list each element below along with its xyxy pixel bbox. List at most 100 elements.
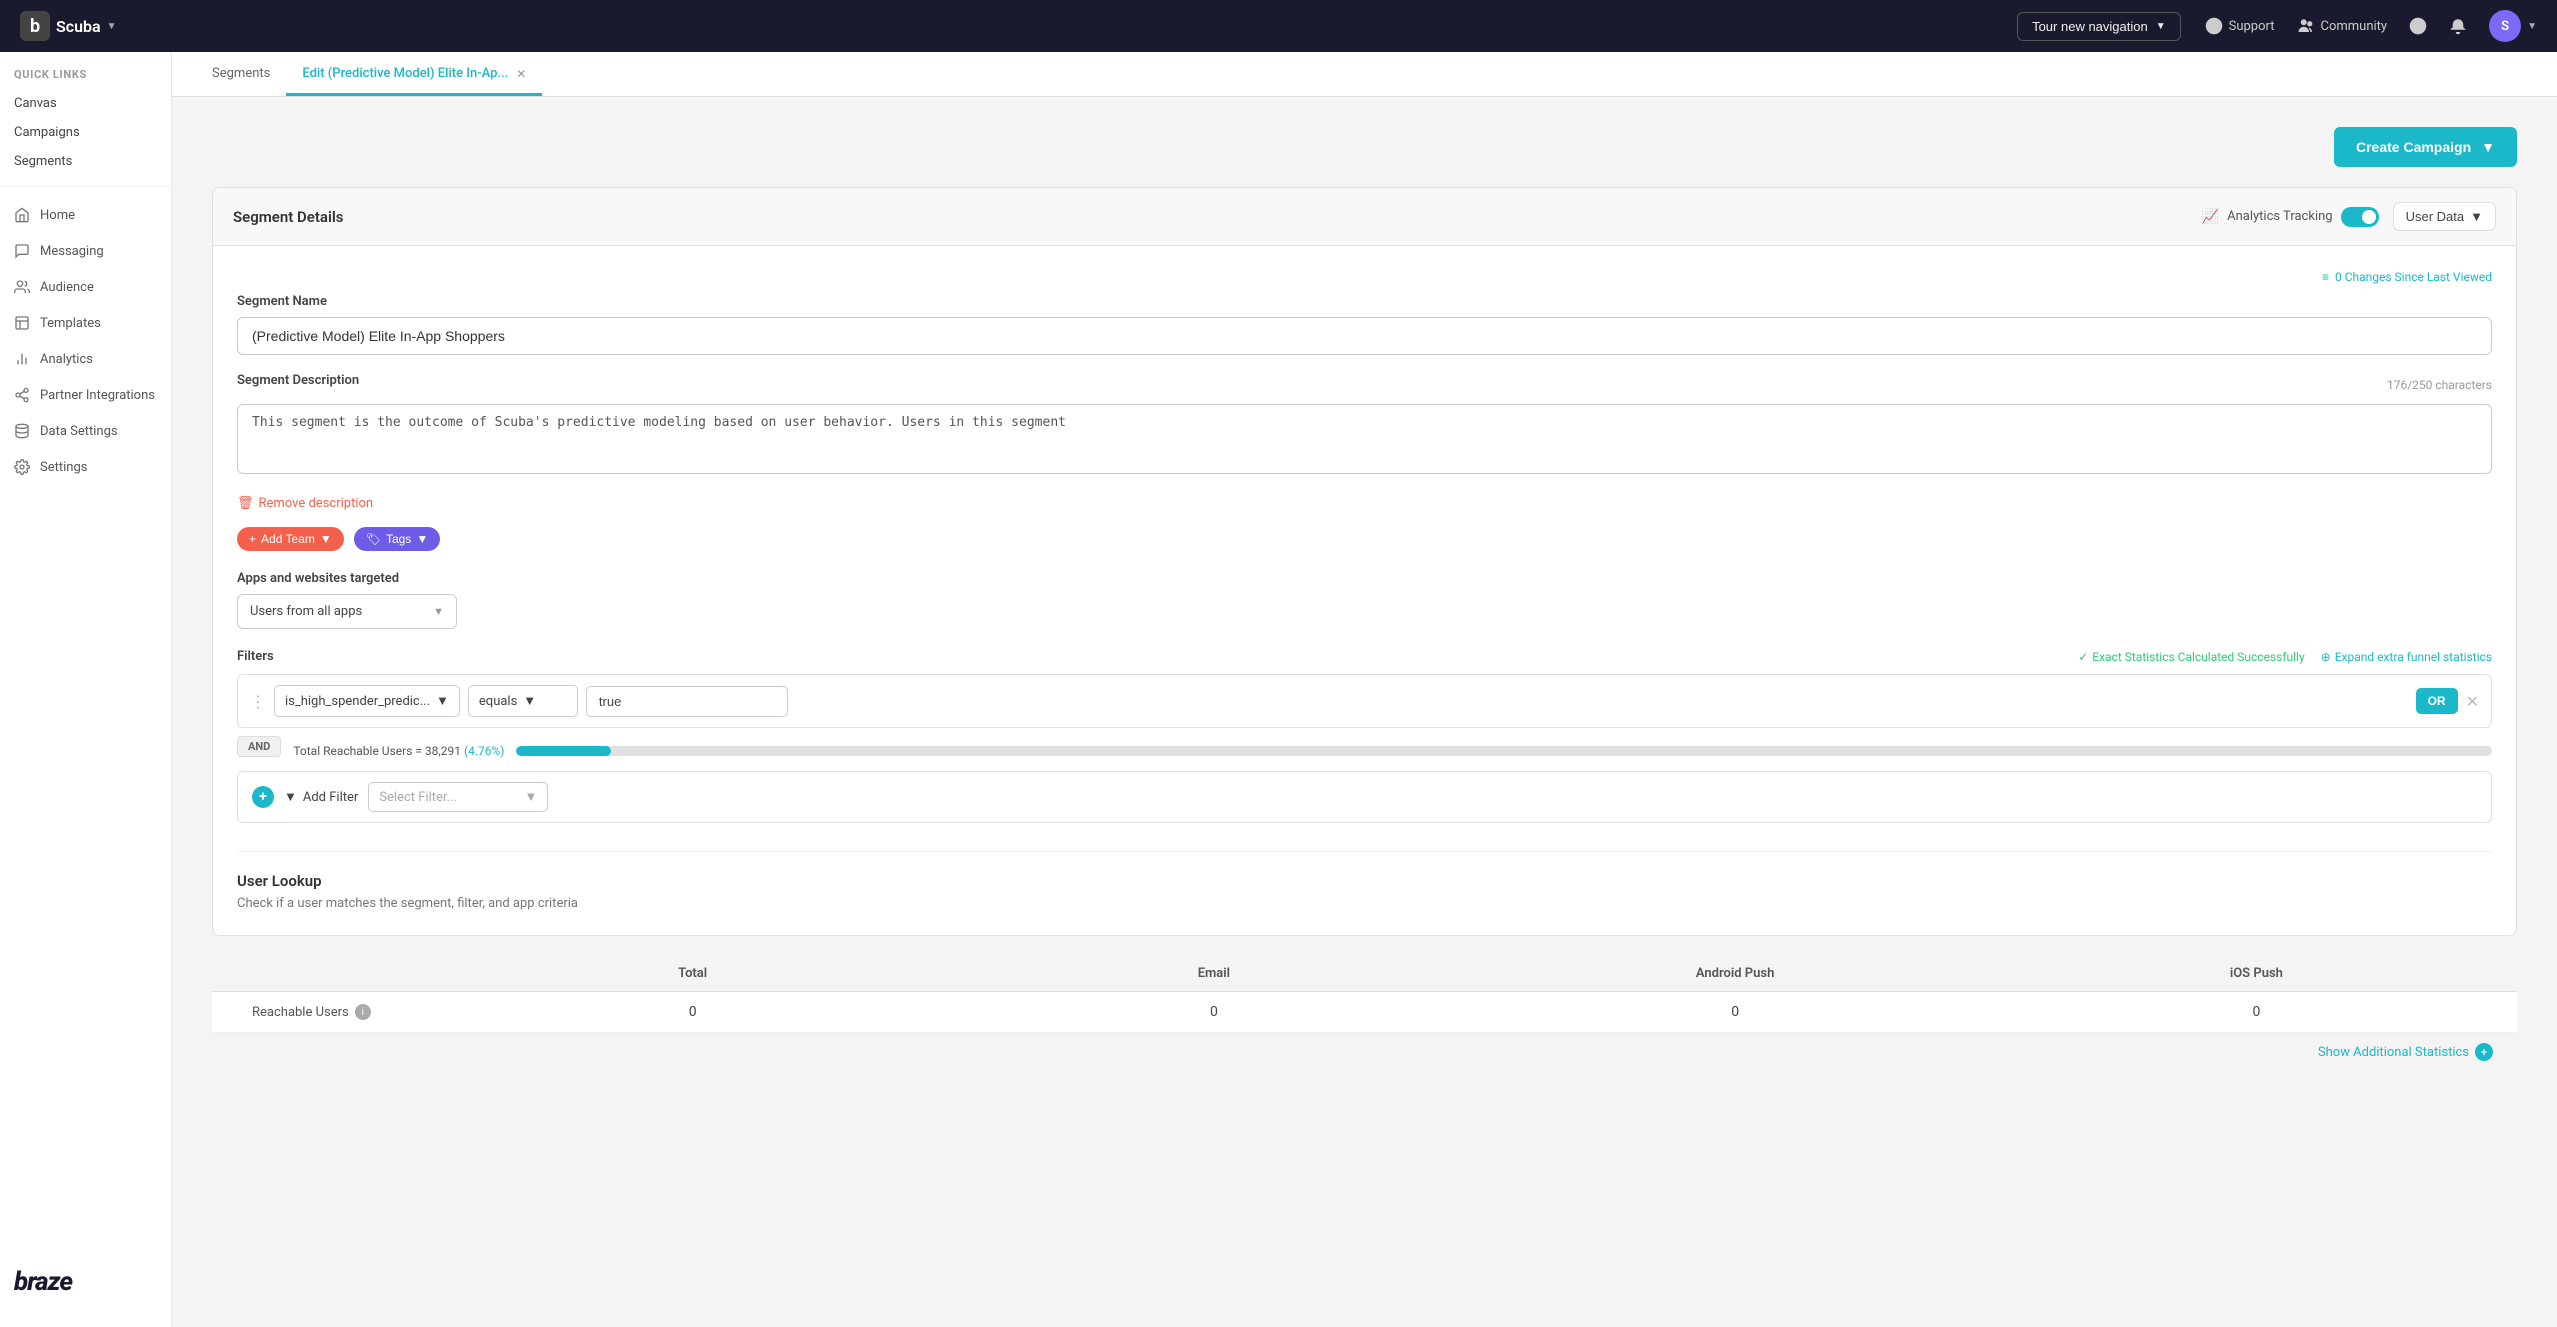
add-filter-plus-icon[interactable]: + (252, 786, 274, 808)
reachable-pct: (4.76%) (464, 744, 504, 758)
changes-since-viewed[interactable]: ≡ 0 Changes Since Last Viewed (2322, 270, 2492, 284)
sidebar-item-messaging[interactable]: Messaging (0, 233, 171, 269)
filter-operator-dropdown[interactable]: equals ▼ (468, 685, 578, 717)
user-data-dropdown[interactable]: User Data ▼ (2393, 202, 2496, 231)
filter-value-input[interactable] (586, 686, 788, 717)
brand-logo: b (20, 11, 50, 41)
tab-label: Edit (Predictive Model) Elite In-Ap... (302, 66, 508, 81)
row-total: 0 (432, 1004, 953, 1020)
user-lookup-section: User Lookup Check if a user matches the … (237, 851, 2492, 911)
filters-header: Filters ✓ Exact Statistics Calculated Su… (237, 649, 2492, 664)
sidebar-quicklink-canvas[interactable]: Canvas (0, 89, 171, 118)
sidebar-item-audience[interactable]: Audience (0, 269, 171, 305)
segment-name-field: Segment Name (237, 294, 2492, 355)
exact-stats-link: ✓ Exact Statistics Calculated Successful… (2078, 650, 2304, 664)
or-button[interactable]: OR (2416, 688, 2458, 714)
avatar-chevron-icon: ▼ (2527, 21, 2537, 32)
row-android: 0 (1475, 1004, 1996, 1020)
sidebar-item-data-settings[interactable]: Data Settings (0, 413, 171, 449)
card-body: ≡ 0 Changes Since Last Viewed Segment Na… (213, 246, 2516, 935)
braze-logo: braze (0, 1247, 171, 1307)
settings-icon (14, 459, 30, 475)
community-icon (2297, 17, 2315, 35)
user-avatar-area[interactable]: S ▼ (2489, 10, 2537, 42)
sidebar-item-label: Audience (40, 280, 94, 295)
filter-attribute-dropdown[interactable]: is_high_spender_predic... ▼ (274, 685, 460, 717)
notifications-bell[interactable] (2449, 17, 2467, 35)
add-team-label: Add Team (261, 532, 315, 546)
support-label: Support (2229, 19, 2275, 34)
analytics-tracking-toggle[interactable] (2341, 207, 2379, 227)
community-link[interactable]: Community (2297, 17, 2388, 35)
reachable-users-label: Reachable Users (252, 1005, 349, 1020)
tab-close-icon[interactable]: ✕ (516, 68, 526, 80)
apps-dropdown[interactable]: Users from all apps ▼ (237, 594, 457, 629)
integrations-icon (14, 387, 30, 403)
sidebar-item-analytics[interactable]: Analytics (0, 341, 171, 377)
user-lookup-subtitle: Check if a user matches the segment, fil… (237, 896, 2492, 911)
show-stats-plus-icon[interactable]: + (2475, 1043, 2493, 1061)
segment-description-field: Segment Description 176/250 characters T… (237, 373, 2492, 478)
exact-stats-label: Exact Statistics Calculated Successfully (2092, 650, 2304, 664)
content-area: Create Campaign ▼ Segment Details 📈 Anal… (172, 97, 2557, 1327)
sidebar-item-home[interactable]: Home (0, 197, 171, 233)
segment-desc-textarea[interactable]: This segment is the outcome of Scuba's p… (237, 404, 2492, 474)
create-campaign-button[interactable]: Create Campaign ▼ (2334, 127, 2517, 167)
delete-filter-icon[interactable]: ✕ (2466, 692, 2479, 711)
sidebar-item-label: Templates (40, 316, 101, 331)
add-tags-button[interactable]: 🏷 Tags ▼ (354, 527, 440, 551)
row-ios: 0 (1996, 1004, 2517, 1020)
top-nav: b Scuba ▼ Tour new navigation ▼ Support … (0, 0, 2557, 52)
globe-icon (2409, 17, 2427, 35)
filters-label: Filters (237, 649, 274, 664)
segment-details-title: Segment Details (233, 208, 343, 226)
sidebar-item-settings[interactable]: Settings (0, 449, 171, 485)
create-campaign-label: Create Campaign (2356, 139, 2471, 155)
tag-buttons-area: + Add Team ▼ 🏷 Tags ▼ (237, 527, 2492, 551)
apps-targeted-field: Apps and websites targeted Users from al… (237, 571, 2492, 629)
add-filter-text: Add Filter (303, 790, 358, 805)
char-count: 176/250 characters (2387, 378, 2492, 392)
user-lookup-title: User Lookup (237, 872, 2492, 890)
sidebar-quicklink-segments[interactable]: Segments (0, 147, 171, 176)
brand-name: Scuba (56, 17, 101, 36)
remove-description-link[interactable]: 🗑 Remove description (237, 496, 2492, 511)
user-data-chevron-icon: ▼ (2470, 209, 2483, 224)
tour-navigation-button[interactable]: Tour new navigation ▼ (2017, 12, 2181, 41)
tab-segments[interactable]: Segments (196, 52, 286, 96)
sidebar-item-templates[interactable]: Templates (0, 305, 171, 341)
home-icon (14, 207, 30, 223)
add-filter-label[interactable]: ▼ Add Filter (284, 789, 358, 805)
sidebar-item-label: Messaging (40, 244, 104, 259)
plus-icon: + (249, 532, 256, 546)
stats-table: Total Email Android Push iOS Push Reacha… (212, 956, 2517, 1071)
add-team-button[interactable]: + Add Team ▼ (237, 527, 344, 551)
expand-funnel-link[interactable]: ⊕ Expand extra funnel statistics (2321, 650, 2492, 664)
stats-col-email: Email (953, 966, 1474, 981)
support-link[interactable]: Support (2205, 17, 2275, 35)
card-header: Segment Details 📈 Analytics Tracking Use… (213, 188, 2516, 246)
community-label: Community (2321, 19, 2388, 34)
top-nav-icons: Support Community S ▼ (2205, 10, 2537, 42)
tags-label: Tags (386, 532, 411, 546)
select-filter-dropdown[interactable]: Select Filter... ▼ (368, 782, 548, 812)
trash-icon: 🗑 (237, 496, 254, 511)
filter-operator-value: equals (479, 694, 517, 709)
stats-col-empty (212, 966, 432, 981)
support-icon (2205, 17, 2223, 35)
apps-value: Users from all apps (250, 604, 362, 619)
reachable-info-icon[interactable]: i (355, 1004, 371, 1020)
show-stats-footer: Show Additional Statistics + (212, 1033, 2517, 1071)
apps-chevron-icon: ▼ (433, 605, 444, 618)
plus-circle-icon: ⊕ (2321, 650, 2331, 664)
show-additional-stats-link[interactable]: Show Additional Statistics (2318, 1045, 2469, 1060)
drag-handle-icon[interactable]: ⋮ (250, 692, 266, 711)
tab-edit-segment[interactable]: Edit (Predictive Model) Elite In-Ap... ✕ (286, 52, 542, 96)
filter-funnel-icon: ▼ (284, 789, 297, 805)
language-selector[interactable] (2409, 17, 2427, 35)
sidebar-quicklink-campaigns[interactable]: Campaigns (0, 118, 171, 147)
brand-logo-area[interactable]: b Scuba ▼ (20, 11, 117, 41)
segment-name-input[interactable] (237, 317, 2492, 355)
sidebar-item-label: Home (40, 208, 75, 223)
sidebar-item-partner-integrations[interactable]: Partner Integrations (0, 377, 171, 413)
